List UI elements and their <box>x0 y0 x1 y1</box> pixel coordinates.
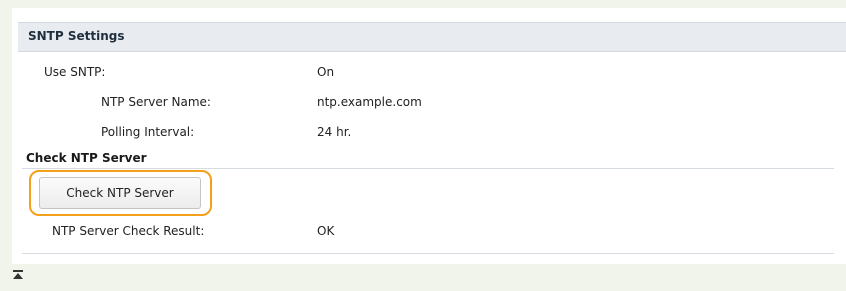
back-to-top-icon[interactable] <box>12 268 24 284</box>
ntp-server-name-label: NTP Server Name: <box>101 95 211 109</box>
divider <box>22 168 834 169</box>
polling-interval-value: 24 hr. <box>317 125 352 139</box>
ntp-check-result-value: OK <box>317 224 335 238</box>
check-ntp-server-heading: Check NTP Server <box>26 151 147 165</box>
ntp-server-name-value: ntp.example.com <box>317 95 422 109</box>
check-ntp-server-button[interactable]: Check NTP Server <box>39 177 201 209</box>
section-title: SNTP Settings <box>28 29 125 43</box>
ntp-check-result-label: NTP Server Check Result: <box>52 224 205 238</box>
section-header: SNTP Settings <box>18 22 846 52</box>
use-sntp-value: On <box>317 65 335 79</box>
polling-interval-label: Polling Interval: <box>101 125 195 139</box>
divider <box>22 253 834 254</box>
use-sntp-label: Use SNTP: <box>44 65 106 79</box>
